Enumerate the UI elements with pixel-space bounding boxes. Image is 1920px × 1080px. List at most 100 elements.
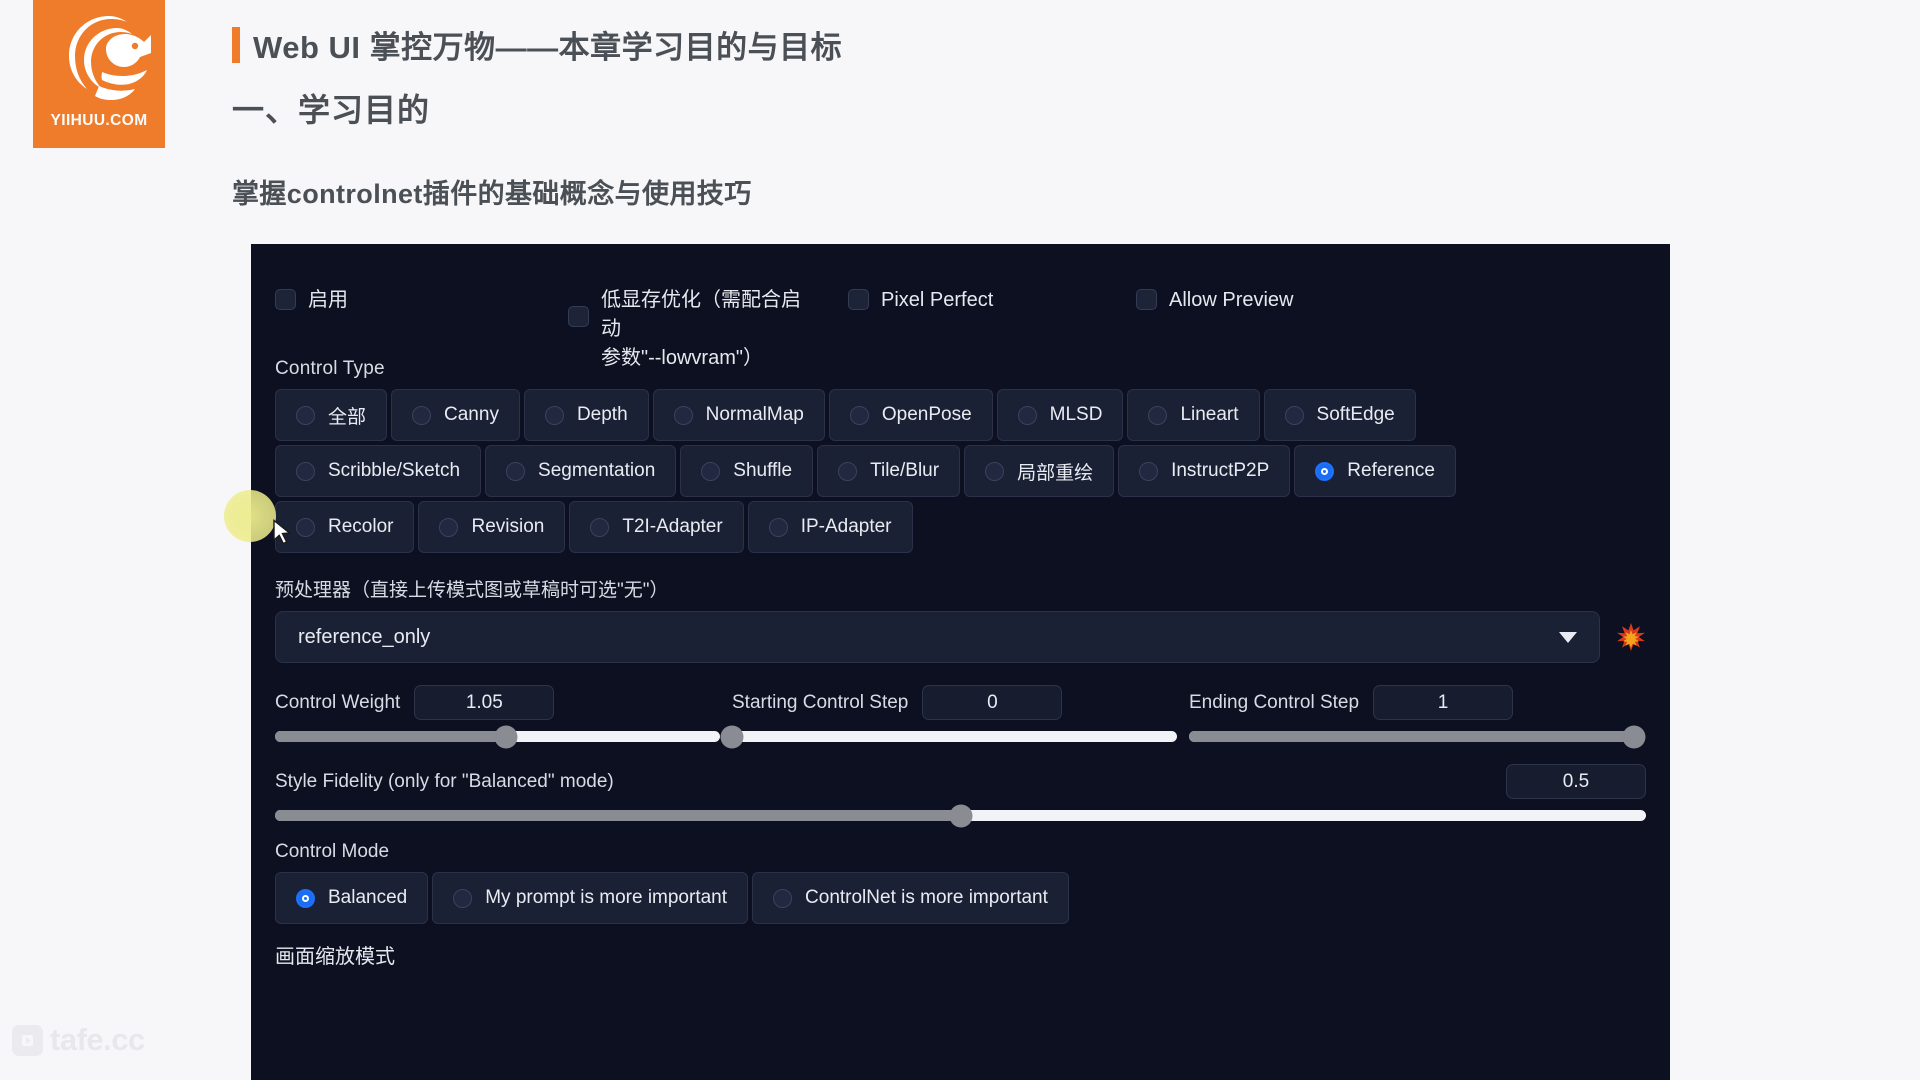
slider-fill [275, 810, 961, 821]
control-mode-controlnet-is-more-important[interactable]: ControlNet is more important [752, 872, 1069, 924]
control-type-instructp2p[interactable]: InstructP2P [1118, 445, 1291, 497]
preprocessor-label: 预处理器（直接上传模式图或草稿时可选"无"） [275, 580, 669, 601]
control-type-recolor[interactable]: Recolor [275, 501, 415, 553]
checkbox-pixel-perfect[interactable]: Pixel Perfect [848, 286, 993, 315]
control-type-softedge[interactable]: SoftEdge [1263, 389, 1416, 441]
slider-ending-control-step: Ending Control Step 1 [1189, 685, 1646, 748]
collision-burst-icon[interactable] [1616, 622, 1646, 652]
control-type-[interactable]: 全部 [275, 389, 388, 441]
radio-label: Shuffle [733, 460, 793, 481]
checkbox-box-icon[interactable] [848, 289, 869, 310]
radio-label: 全部 [328, 406, 367, 428]
control-type-scribble-sketch[interactable]: Scribble/Sketch [275, 445, 482, 497]
slider-value-input[interactable]: 0.5 [1506, 764, 1646, 799]
radio-label: Balanced [328, 887, 408, 908]
radio-dot-icon[interactable] [985, 461, 1005, 481]
control-type-t2i-adapter[interactable]: T2I-Adapter [569, 501, 744, 553]
preprocessor-select[interactable]: reference_only [275, 611, 1600, 663]
radio-dot-icon[interactable] [1139, 461, 1159, 481]
radio-dot-icon[interactable] [838, 461, 858, 481]
slider-value-input[interactable]: 0 [922, 685, 1063, 720]
radio-label: Segmentation [538, 460, 656, 481]
radio-dot-icon[interactable] [296, 888, 315, 908]
radio-dot-icon[interactable] [296, 405, 315, 425]
control-type-shuffle[interactable]: Shuffle [680, 445, 814, 497]
watermark-text: tafe.cc [50, 1022, 145, 1057]
slider-value-input[interactable]: 1.05 [414, 685, 555, 720]
radio-label: OpenPose [881, 404, 972, 425]
control-mode-my-prompt-is-more-important[interactable]: My prompt is more important [432, 872, 749, 924]
control-mode-balanced[interactable]: Balanced [275, 872, 429, 924]
slider-value-input[interactable]: 1 [1373, 685, 1514, 720]
radio-label: Tile/Blur [870, 460, 940, 481]
checkbox-lowvram[interactable]: 低显存优化（需配合启动 参数"--lowvram"） [568, 286, 820, 373]
chevron-down-icon[interactable] [1559, 631, 1577, 643]
control-type-openpose[interactable]: OpenPose [828, 389, 993, 441]
play-badge-icon [12, 1024, 43, 1056]
checkbox-label: 低显存优化（需配合启动 参数"--lowvram"） [601, 289, 801, 369]
checkbox-enable[interactable]: 启用 [275, 286, 348, 315]
control-type-reference[interactable]: Reference [1294, 445, 1456, 497]
radio-dot-icon[interactable] [701, 461, 721, 481]
radio-label: MLSD [1049, 404, 1103, 425]
control-type-revision[interactable]: Revision [418, 501, 566, 553]
checkbox-allow-preview[interactable]: Allow Preview [1136, 286, 1293, 315]
slider-track[interactable] [275, 725, 720, 748]
control-type-mlsd[interactable]: MLSD [996, 389, 1124, 441]
radio-dot-icon[interactable] [544, 405, 564, 425]
radio-dot-icon[interactable] [412, 405, 432, 425]
radio-label: IP-Adapter [800, 516, 892, 537]
radio-dot-icon[interactable] [506, 461, 526, 481]
radio-label: Revision [471, 516, 545, 537]
control-type-normalmap[interactable]: NormalMap [652, 389, 825, 441]
radio-dot-icon[interactable] [673, 405, 693, 425]
slider-thumb[interactable] [949, 804, 972, 827]
radio-label: SoftEdge [1316, 404, 1395, 425]
radio-dot-icon[interactable] [590, 517, 610, 537]
checkbox-box-icon[interactable] [1136, 289, 1157, 310]
radio-dot-icon[interactable] [1315, 461, 1335, 481]
checkbox-box-icon[interactable] [275, 289, 296, 310]
radio-dot-icon[interactable] [296, 517, 315, 537]
radio-dot-icon[interactable] [1284, 405, 1304, 425]
fox-logo-icon [69, 16, 151, 100]
slider-thumb[interactable] [1622, 725, 1646, 748]
slider-label: Style Fidelity (only for "Balanced" mode… [275, 770, 614, 792]
radio-dot-icon[interactable] [1148, 405, 1168, 425]
control-mode-label: Control Mode [275, 841, 390, 862]
slider-control-weight: Control Weight 1.05 [275, 685, 732, 748]
radio-dot-icon[interactable] [296, 461, 315, 481]
preprocessor-value: reference_only [298, 625, 431, 648]
slider-track[interactable] [720, 725, 1177, 748]
radio-label: My prompt is more important [485, 887, 728, 908]
slider-label: Starting Control Step [732, 691, 909, 713]
control-type-[interactable]: 局部重绘 [964, 445, 1115, 497]
slider-thumb[interactable] [494, 725, 518, 748]
checkbox-box-icon[interactable] [568, 306, 589, 327]
radio-dot-icon[interactable] [453, 888, 473, 908]
slider-track[interactable] [1189, 725, 1646, 748]
slider-track[interactable] [275, 804, 1646, 827]
radio-dot-icon[interactable] [1017, 405, 1037, 425]
control-type-lineart[interactable]: Lineart [1127, 389, 1260, 441]
control-type-tile-blur[interactable]: Tile/Blur [817, 445, 961, 497]
radio-dot-icon[interactable] [773, 888, 793, 908]
control-type-canny[interactable]: Canny [391, 389, 520, 441]
control-type-segmentation[interactable]: Segmentation [485, 445, 677, 497]
logo-wordmark: YIIHUU.COM [50, 112, 148, 129]
page-title: Web UI 掌控万物——本章学习目的与目标 [232, 22, 842, 67]
slider-style-fidelity: Style Fidelity (only for "Balanced" mode… [275, 764, 1646, 827]
radio-dot-icon[interactable] [439, 517, 459, 537]
control-type-depth[interactable]: Depth [523, 389, 649, 441]
panel-checkbox-row: 启用 低显存优化（需配合启动 参数"--lowvram"） Pixel Perf… [275, 280, 1646, 369]
slider-thumb[interactable] [720, 725, 744, 748]
radio-label: InstructP2P [1171, 460, 1270, 481]
radio-dot-icon[interactable] [768, 517, 788, 537]
control-type-row-2: Scribble/Sketch Segmentation Shuffle Tile/B… [275, 445, 1646, 497]
slider-starting-control-step: Starting Control Step 0 [720, 685, 1189, 748]
radio-dot-icon[interactable] [849, 405, 869, 425]
control-type-ip-adapter[interactable]: IP-Adapter [747, 501, 913, 553]
radio-label: Lineart [1180, 404, 1239, 425]
title-accent-bar [232, 26, 240, 63]
slider-label: Ending Control Step [1189, 691, 1360, 713]
